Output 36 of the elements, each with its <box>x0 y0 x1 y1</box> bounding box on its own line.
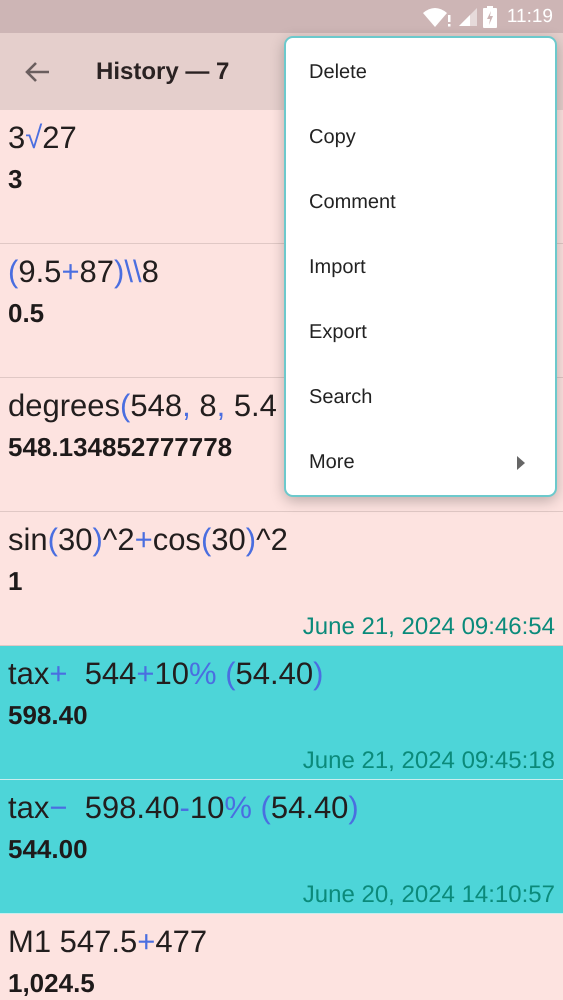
wifi-icon <box>422 6 453 26</box>
result-text: 1 <box>8 566 22 597</box>
result-text: 3 <box>8 164 22 195</box>
menu-item-label: More <box>309 451 355 474</box>
expression-text: (9.5+87)\\8 <box>8 253 159 291</box>
expression-text: M1 547.5+477 <box>8 923 208 961</box>
battery-icon <box>482 6 497 28</box>
menu-item[interactable]: Comment <box>286 170 555 235</box>
menu-item-label: Copy <box>309 126 356 149</box>
menu-item[interactable]: Export <box>286 300 555 365</box>
toolbar-title: History — 7 <box>96 58 230 86</box>
expression-text: tax− 598.40-10% (54.40) <box>8 789 359 827</box>
back-arrow-icon[interactable] <box>24 60 50 82</box>
result-text: 1,024.5 <box>8 968 95 999</box>
timestamp-text: June 21, 2024 09:46:54 <box>302 613 555 641</box>
timestamp-text: June 20, 2024 14:10:57 <box>302 881 555 909</box>
timestamp-text: June 21, 2024 09:45:18 <box>302 747 555 775</box>
menu-item-label: Export <box>309 321 367 344</box>
result-text: 544.00 <box>8 834 88 865</box>
menu-item-label: Delete <box>309 61 367 84</box>
status-time: 11:19 <box>506 6 553 28</box>
result-text: 0.5 <box>8 298 44 329</box>
menu-item[interactable]: More <box>286 430 555 495</box>
expression-text: degrees(548, 8, 5.4 <box>8 387 277 425</box>
expression-text: sin(30)^2+cos(30)^2 <box>8 521 288 559</box>
history-entry[interactable]: tax+ 544+10% (54.40) 598.40 June 21, 2024 09:45:18 <box>0 646 563 780</box>
signal-icon <box>458 8 477 26</box>
result-text: 548.134852777778 <box>8 432 232 463</box>
menu-item[interactable]: Delete <box>286 40 555 105</box>
menu-item-label: Search <box>309 386 372 409</box>
expression-text: 3√27 <box>8 119 77 157</box>
result-text: 598.40 <box>8 700 88 731</box>
expression-text: tax+ 544+10% (54.40) <box>8 655 324 693</box>
menu-item-label: Comment <box>309 191 396 214</box>
history-entry[interactable]: tax− 598.40-10% (54.40) 544.00 June 20, 2024 14:10:57 <box>0 780 563 914</box>
menu-item-label: Import <box>309 256 366 279</box>
